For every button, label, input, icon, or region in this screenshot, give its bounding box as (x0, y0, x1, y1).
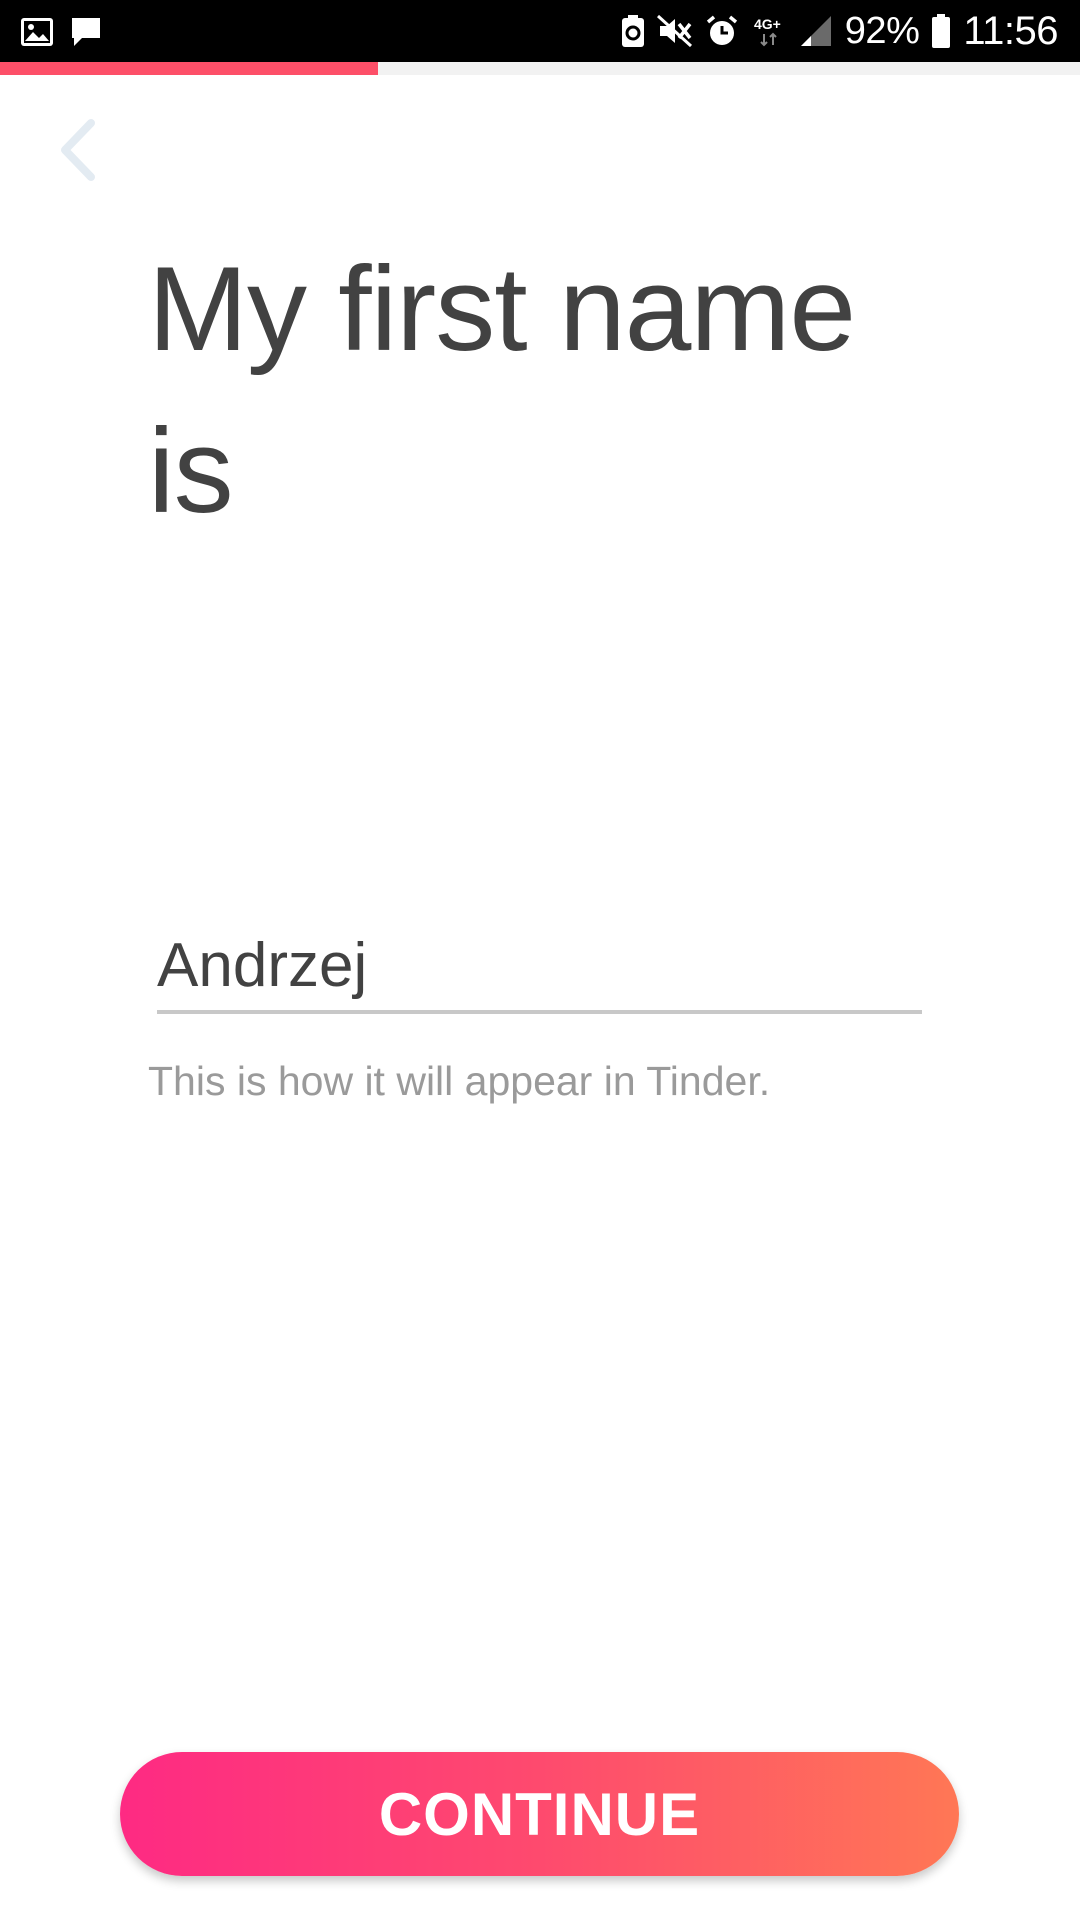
alarm-icon (705, 14, 739, 48)
mute-icon (656, 14, 693, 48)
signal-icon (799, 14, 833, 48)
battery-percent: 92% (844, 9, 920, 52)
back-button[interactable] (42, 112, 112, 192)
gallery-icon (20, 16, 54, 48)
status-bar: 4G+ 92% 11:56 (0, 0, 1080, 62)
page-title: My first name is (148, 242, 856, 538)
onboarding-progress-bar (0, 62, 1080, 75)
svg-text:4G+: 4G+ (754, 16, 781, 32)
first-name-input[interactable] (157, 928, 922, 1014)
progress-fill (0, 62, 378, 75)
chevron-left-icon (55, 117, 99, 188)
continue-button[interactable]: CONTINUE (120, 1752, 959, 1876)
network-4g-icon: 4G+ (751, 14, 787, 48)
status-right-icons: 4G+ 92% 11:56 (621, 8, 1058, 54)
helper-text: This is how it will appear in Tinder. (148, 1058, 771, 1104)
battery-icon (931, 13, 951, 49)
message-icon (70, 16, 102, 48)
onboarding-screen: 4G+ 92% 11:56 My first name is Andrzej T… (0, 0, 1080, 1920)
battery-saver-icon (621, 14, 645, 48)
status-left-icons (20, 14, 102, 50)
clock: 11:56 (963, 8, 1058, 53)
